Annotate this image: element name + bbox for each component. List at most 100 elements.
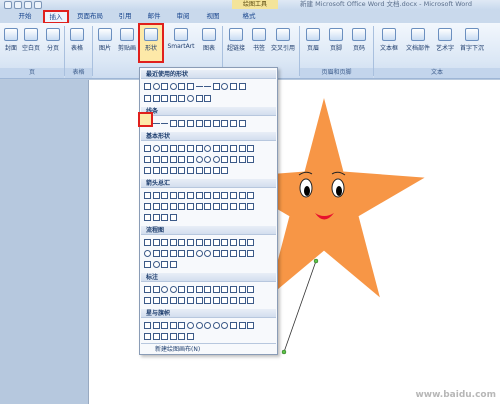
cross-reference-button[interactable]: 交叉引用 [270, 25, 296, 61]
shape-arrow-11[interactable] [229, 192, 237, 199]
header-button[interactable]: 页眉 [302, 25, 324, 61]
shape-arrow-9[interactable] [212, 192, 220, 199]
shape-star-6[interactable] [186, 322, 194, 329]
shape-arrow-3[interactable] [161, 192, 169, 199]
shape-basic-17[interactable] [169, 156, 177, 163]
shape-star-10[interactable] [221, 322, 229, 329]
shape-banner-3[interactable] [161, 333, 169, 340]
tab-insert[interactable]: 插入 [43, 10, 69, 24]
shape-rect-3[interactable] [229, 83, 237, 90]
shape-arrow-4[interactable] [169, 192, 177, 199]
shape-callout-14[interactable] [144, 297, 151, 304]
shape-flow-24[interactable] [229, 250, 237, 257]
shape-flow-19[interactable] [186, 250, 194, 257]
shape-callout-13[interactable] [247, 286, 255, 293]
shape-arrow-22[interactable] [212, 203, 220, 210]
shape-callout-23[interactable] [221, 297, 229, 304]
cover-page-button[interactable]: 封面 [0, 25, 22, 61]
shape-elbow-connector[interactable] [169, 120, 177, 127]
shape-arrow-line[interactable] [152, 123, 160, 124]
shape-basic-20[interactable] [195, 156, 203, 163]
picture-button[interactable]: 图片 [94, 25, 116, 61]
shape-flow-4[interactable] [169, 239, 177, 246]
shape-basic-21[interactable] [204, 156, 212, 163]
redo-icon[interactable] [34, 1, 42, 9]
shape-textbox[interactable] [178, 83, 186, 90]
shape-flow-20[interactable] [195, 250, 203, 257]
undo-icon[interactable] [24, 1, 32, 9]
tab-format[interactable]: 格式 [238, 11, 260, 23]
shape-connector-2[interactable] [152, 95, 160, 102]
shape-banner-2[interactable] [152, 333, 160, 340]
shape-callout-16[interactable] [161, 297, 169, 304]
shape-basic-6[interactable] [186, 145, 194, 152]
page-break-button[interactable]: 分页 [42, 25, 64, 61]
shape-banner-5[interactable] [178, 333, 186, 340]
shape-basic-14[interactable] [144, 156, 151, 163]
shape-connector[interactable] [144, 95, 151, 102]
shape-callout-25[interactable] [238, 297, 246, 304]
footer-button[interactable]: 页脚 [325, 25, 347, 61]
shape-arrow-26[interactable] [247, 203, 255, 210]
shape-callout-10[interactable] [221, 286, 229, 293]
shape-arrow-17[interactable] [169, 203, 177, 210]
shape-arrow-8[interactable] [204, 192, 212, 199]
shape-arrow-27[interactable] [144, 214, 151, 221]
shape-triangle[interactable] [161, 83, 169, 90]
shape-callout-7[interactable] [195, 286, 203, 293]
shape-star-8[interactable] [204, 322, 212, 329]
chart-button[interactable]: 图表 [198, 25, 220, 61]
save-icon[interactable] [14, 1, 22, 9]
shape-arrow-left[interactable] [169, 95, 177, 102]
shape-basic-4[interactable] [169, 145, 177, 152]
shape-flow-23[interactable] [221, 250, 229, 257]
shape-basic-16[interactable] [161, 156, 169, 163]
shape-basic-19[interactable] [186, 156, 194, 163]
shape-callout-20[interactable] [195, 297, 203, 304]
tab-review[interactable]: 审阅 [172, 11, 194, 23]
shape-double-arrow-line[interactable] [161, 123, 169, 124]
shape-curve[interactable] [221, 120, 229, 127]
shape-basic-12[interactable] [238, 145, 246, 152]
shape-callout-17[interactable] [169, 297, 177, 304]
shape-flow-13[interactable] [247, 239, 255, 246]
shape-arrow-18[interactable] [178, 203, 186, 210]
shape-basic-7[interactable] [195, 145, 203, 152]
shape-callout-22[interactable] [212, 297, 220, 304]
blank-page-button[interactable]: 空白页 [20, 25, 42, 61]
shape-flow-3[interactable] [161, 239, 169, 246]
page-number-button[interactable]: 页码 [348, 25, 370, 61]
shape-callout-18[interactable] [178, 297, 186, 304]
shape-flow-25[interactable] [238, 250, 246, 257]
shape-basic-22[interactable] [212, 156, 220, 163]
shape-star[interactable] [195, 95, 203, 102]
shape-basic-2[interactable] [152, 145, 160, 152]
shape-freeform[interactable] [229, 120, 237, 127]
table-button[interactable]: 表格 [66, 25, 88, 61]
shape-elbow-double-arrow[interactable] [186, 120, 194, 127]
shape-banner-1[interactable] [144, 333, 151, 340]
shape-callout-8[interactable] [204, 286, 212, 293]
shape-curved-connector[interactable] [195, 120, 203, 127]
shape-flow-27[interactable] [144, 261, 151, 268]
shape-banner-4[interactable] [169, 333, 177, 340]
drop-cap-button[interactable]: 首字下沉 [457, 25, 487, 61]
shape-curved-double-arrow[interactable] [212, 120, 220, 127]
shape-flow-30[interactable] [169, 261, 177, 268]
office-button-icon[interactable] [4, 1, 12, 9]
shape-basic-36[interactable] [221, 167, 229, 174]
shape-basic-34[interactable] [204, 167, 212, 174]
shape-callout-26[interactable] [247, 297, 255, 304]
shape-arrow-28[interactable] [152, 214, 160, 221]
shape-arrow-16[interactable] [161, 203, 169, 210]
shape-basic-27[interactable] [144, 167, 151, 174]
shape-callout-9[interactable] [212, 286, 220, 293]
shape-star-13[interactable] [247, 322, 255, 329]
shape-flow-9[interactable] [212, 239, 220, 246]
shape-flow-18[interactable] [178, 250, 186, 257]
text-box-button[interactable]: 文本框 [376, 25, 402, 61]
shape-star-12[interactable] [238, 322, 246, 329]
line-shape-highlight[interactable] [138, 112, 153, 127]
shape-flow-26[interactable] [247, 250, 255, 257]
hyperlink-button[interactable]: 超链接 [225, 25, 247, 61]
